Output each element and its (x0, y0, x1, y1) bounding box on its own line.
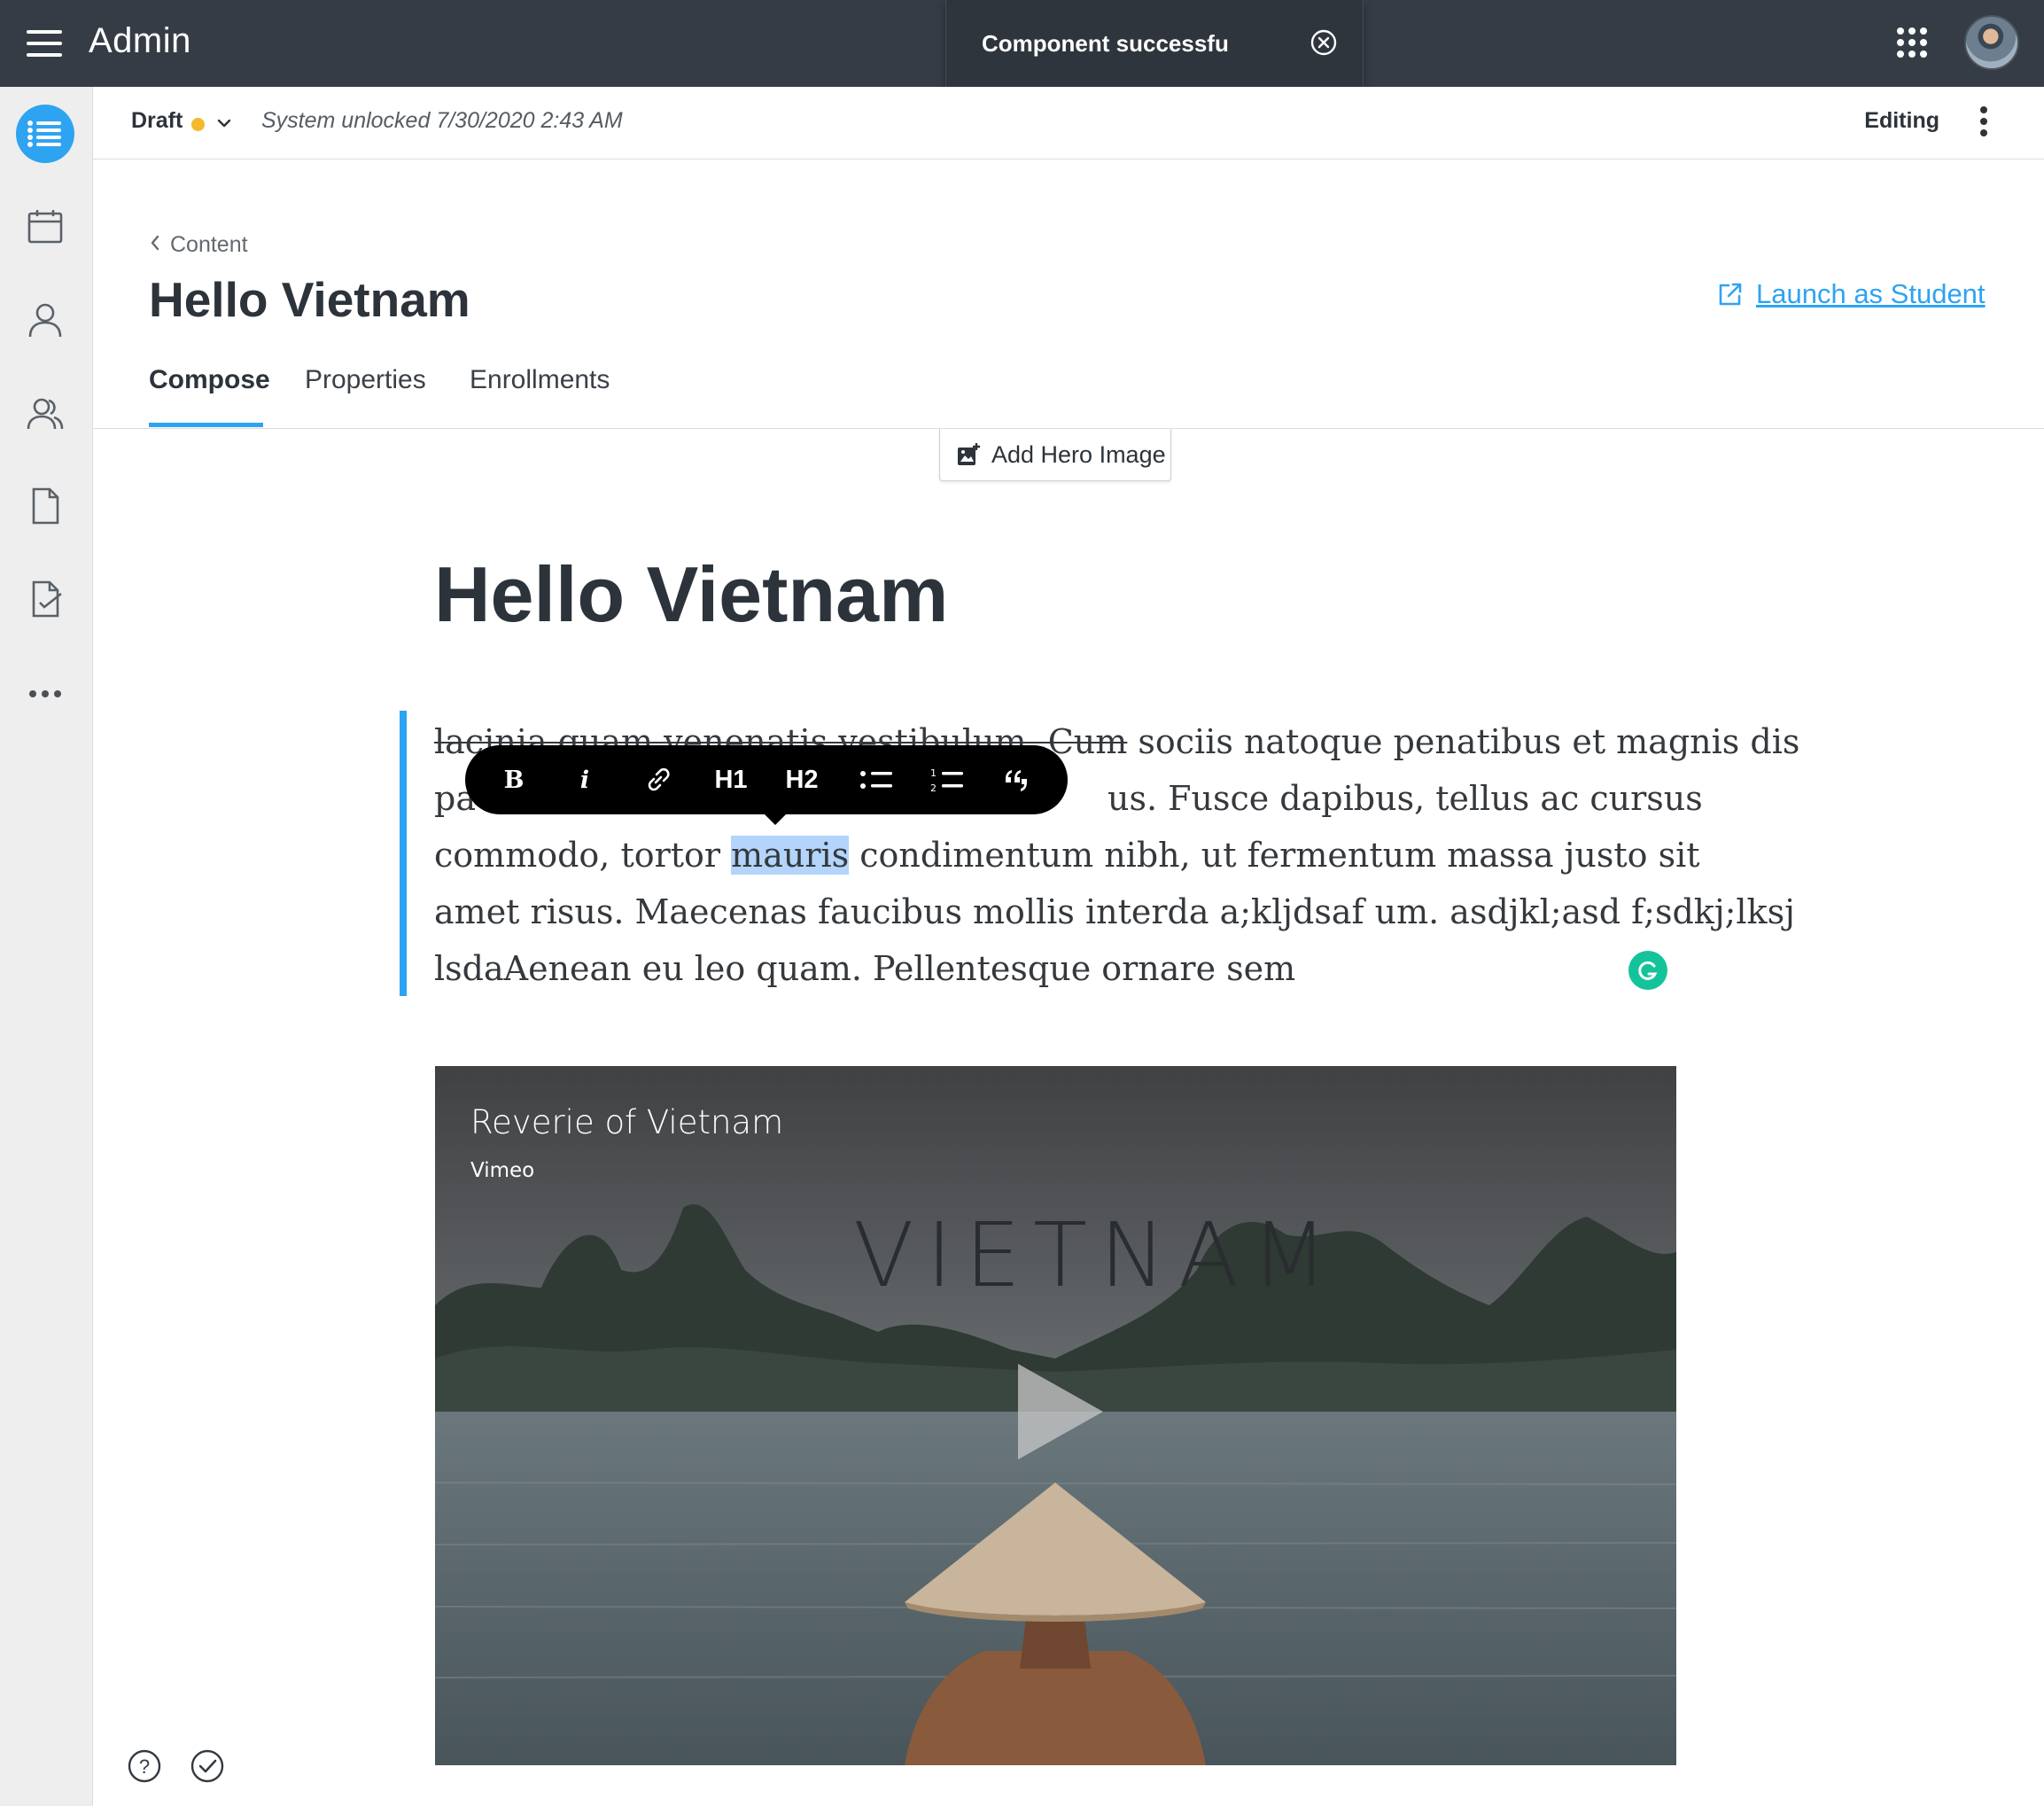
heading2-button[interactable]: H2 (775, 762, 828, 798)
kebab-menu-icon[interactable] (1975, 106, 1993, 140)
selected-text[interactable]: mauris (731, 836, 850, 875)
toolbar-pointer (763, 813, 788, 825)
tab-enrollments[interactable]: Enrollments (470, 365, 610, 395)
tab-properties[interactable]: Properties (305, 365, 426, 395)
add-hero-image-label: Add Hero Image (991, 440, 1166, 468)
help-icon[interactable]: ? (127, 1748, 162, 1784)
draft-status-dot (191, 118, 205, 131)
user-avatar[interactable] (1964, 15, 2019, 70)
link-icon[interactable] (633, 762, 683, 798)
status-bar: Draft System unlocked 7/30/2020 2:43 AM … (93, 87, 2044, 160)
active-tab-indicator (149, 423, 263, 427)
chevron-down-icon[interactable] (214, 113, 234, 133)
editing-mode-label[interactable]: Editing (1864, 108, 1939, 134)
bulleted-list-icon[interactable] (853, 762, 899, 798)
page-title: Hello Vietnam (149, 272, 470, 327)
toast-message: Component successfu (982, 30, 1229, 57)
text-run: sociis natoque penatibus et magnis dis (1127, 722, 1800, 761)
check-circle-icon[interactable] (190, 1748, 225, 1784)
launch-as-student-link[interactable]: Launch as Student (1717, 278, 1986, 310)
user-icon[interactable] (16, 291, 74, 349)
video-overlay-text: VIETNAM (853, 1203, 1341, 1307)
system-unlocked-text: System unlocked 7/30/2020 2:43 AM (261, 108, 623, 133)
video-source: Vimeo (470, 1159, 535, 1182)
video-title: Reverie of Vietnam (470, 1103, 784, 1141)
heading1-button[interactable]: H1 (704, 762, 758, 798)
grammarly-icon[interactable] (1628, 951, 1667, 990)
add-hero-image-button[interactable]: Add Hero Image (939, 429, 1171, 481)
top-bar: Admin Component successfu (0, 0, 2044, 87)
external-link-icon (1719, 283, 1742, 306)
quote-icon[interactable] (995, 762, 1039, 798)
left-rail (0, 87, 93, 1806)
paragraph-line: lsdaAenean eu leo quam. Pellentesque orn… (434, 949, 1296, 988)
close-circle-icon[interactable] (1310, 28, 1338, 57)
svg-text:1: 1 (930, 767, 937, 779)
active-block-indicator (400, 711, 407, 996)
paragraph-line: amet risus. Maecenas faucibus mollis int… (434, 892, 1795, 931)
document-title[interactable]: Hello Vietnam (434, 549, 948, 640)
draft-status[interactable]: Draft (131, 108, 183, 134)
breadcrumb[interactable]: Content (149, 232, 248, 258)
formatting-toolbar: B i H1 H2 1 2 (465, 745, 1068, 825)
toast-notification: Component successfu (945, 0, 1364, 87)
numbered-list-icon[interactable]: 1 2 (924, 762, 970, 798)
paragraph-line: commodo, tortor mauris condimentum nibh,… (434, 827, 1700, 884)
play-icon[interactable] (1011, 1358, 1108, 1465)
launch-label: Launch as Student (1756, 278, 1986, 309)
svg-text:?: ? (139, 1755, 150, 1778)
chevron-left-icon (149, 232, 161, 258)
calendar-icon[interactable] (16, 198, 74, 256)
users-icon[interactable] (16, 384, 74, 442)
checklist-icon[interactable] (16, 570, 74, 628)
more-icon[interactable] (16, 665, 74, 723)
italic-button[interactable]: i (563, 762, 607, 798)
text-run: commodo, tortor (434, 836, 732, 875)
document-icon[interactable] (16, 477, 74, 535)
hamburger-menu-icon[interactable] (27, 30, 62, 57)
video-embed[interactable]: Reverie of Vietnam Vimeo VIETNAM (435, 1066, 1676, 1765)
add-image-icon (958, 443, 980, 465)
apps-grid-icon[interactable] (1896, 27, 1928, 58)
svg-text:2: 2 (930, 782, 937, 793)
text-run: condimentum nibh, ut fermentum massa jus… (849, 836, 1700, 875)
breadcrumb-label: Content (170, 232, 248, 257)
bold-button[interactable]: B (492, 762, 536, 798)
list-icon[interactable] (16, 105, 74, 163)
text-run: us. Fusce dapibus, tellus ac cursus (1107, 779, 1703, 818)
app-title: Admin (89, 21, 191, 60)
tab-compose[interactable]: Compose (149, 365, 270, 395)
